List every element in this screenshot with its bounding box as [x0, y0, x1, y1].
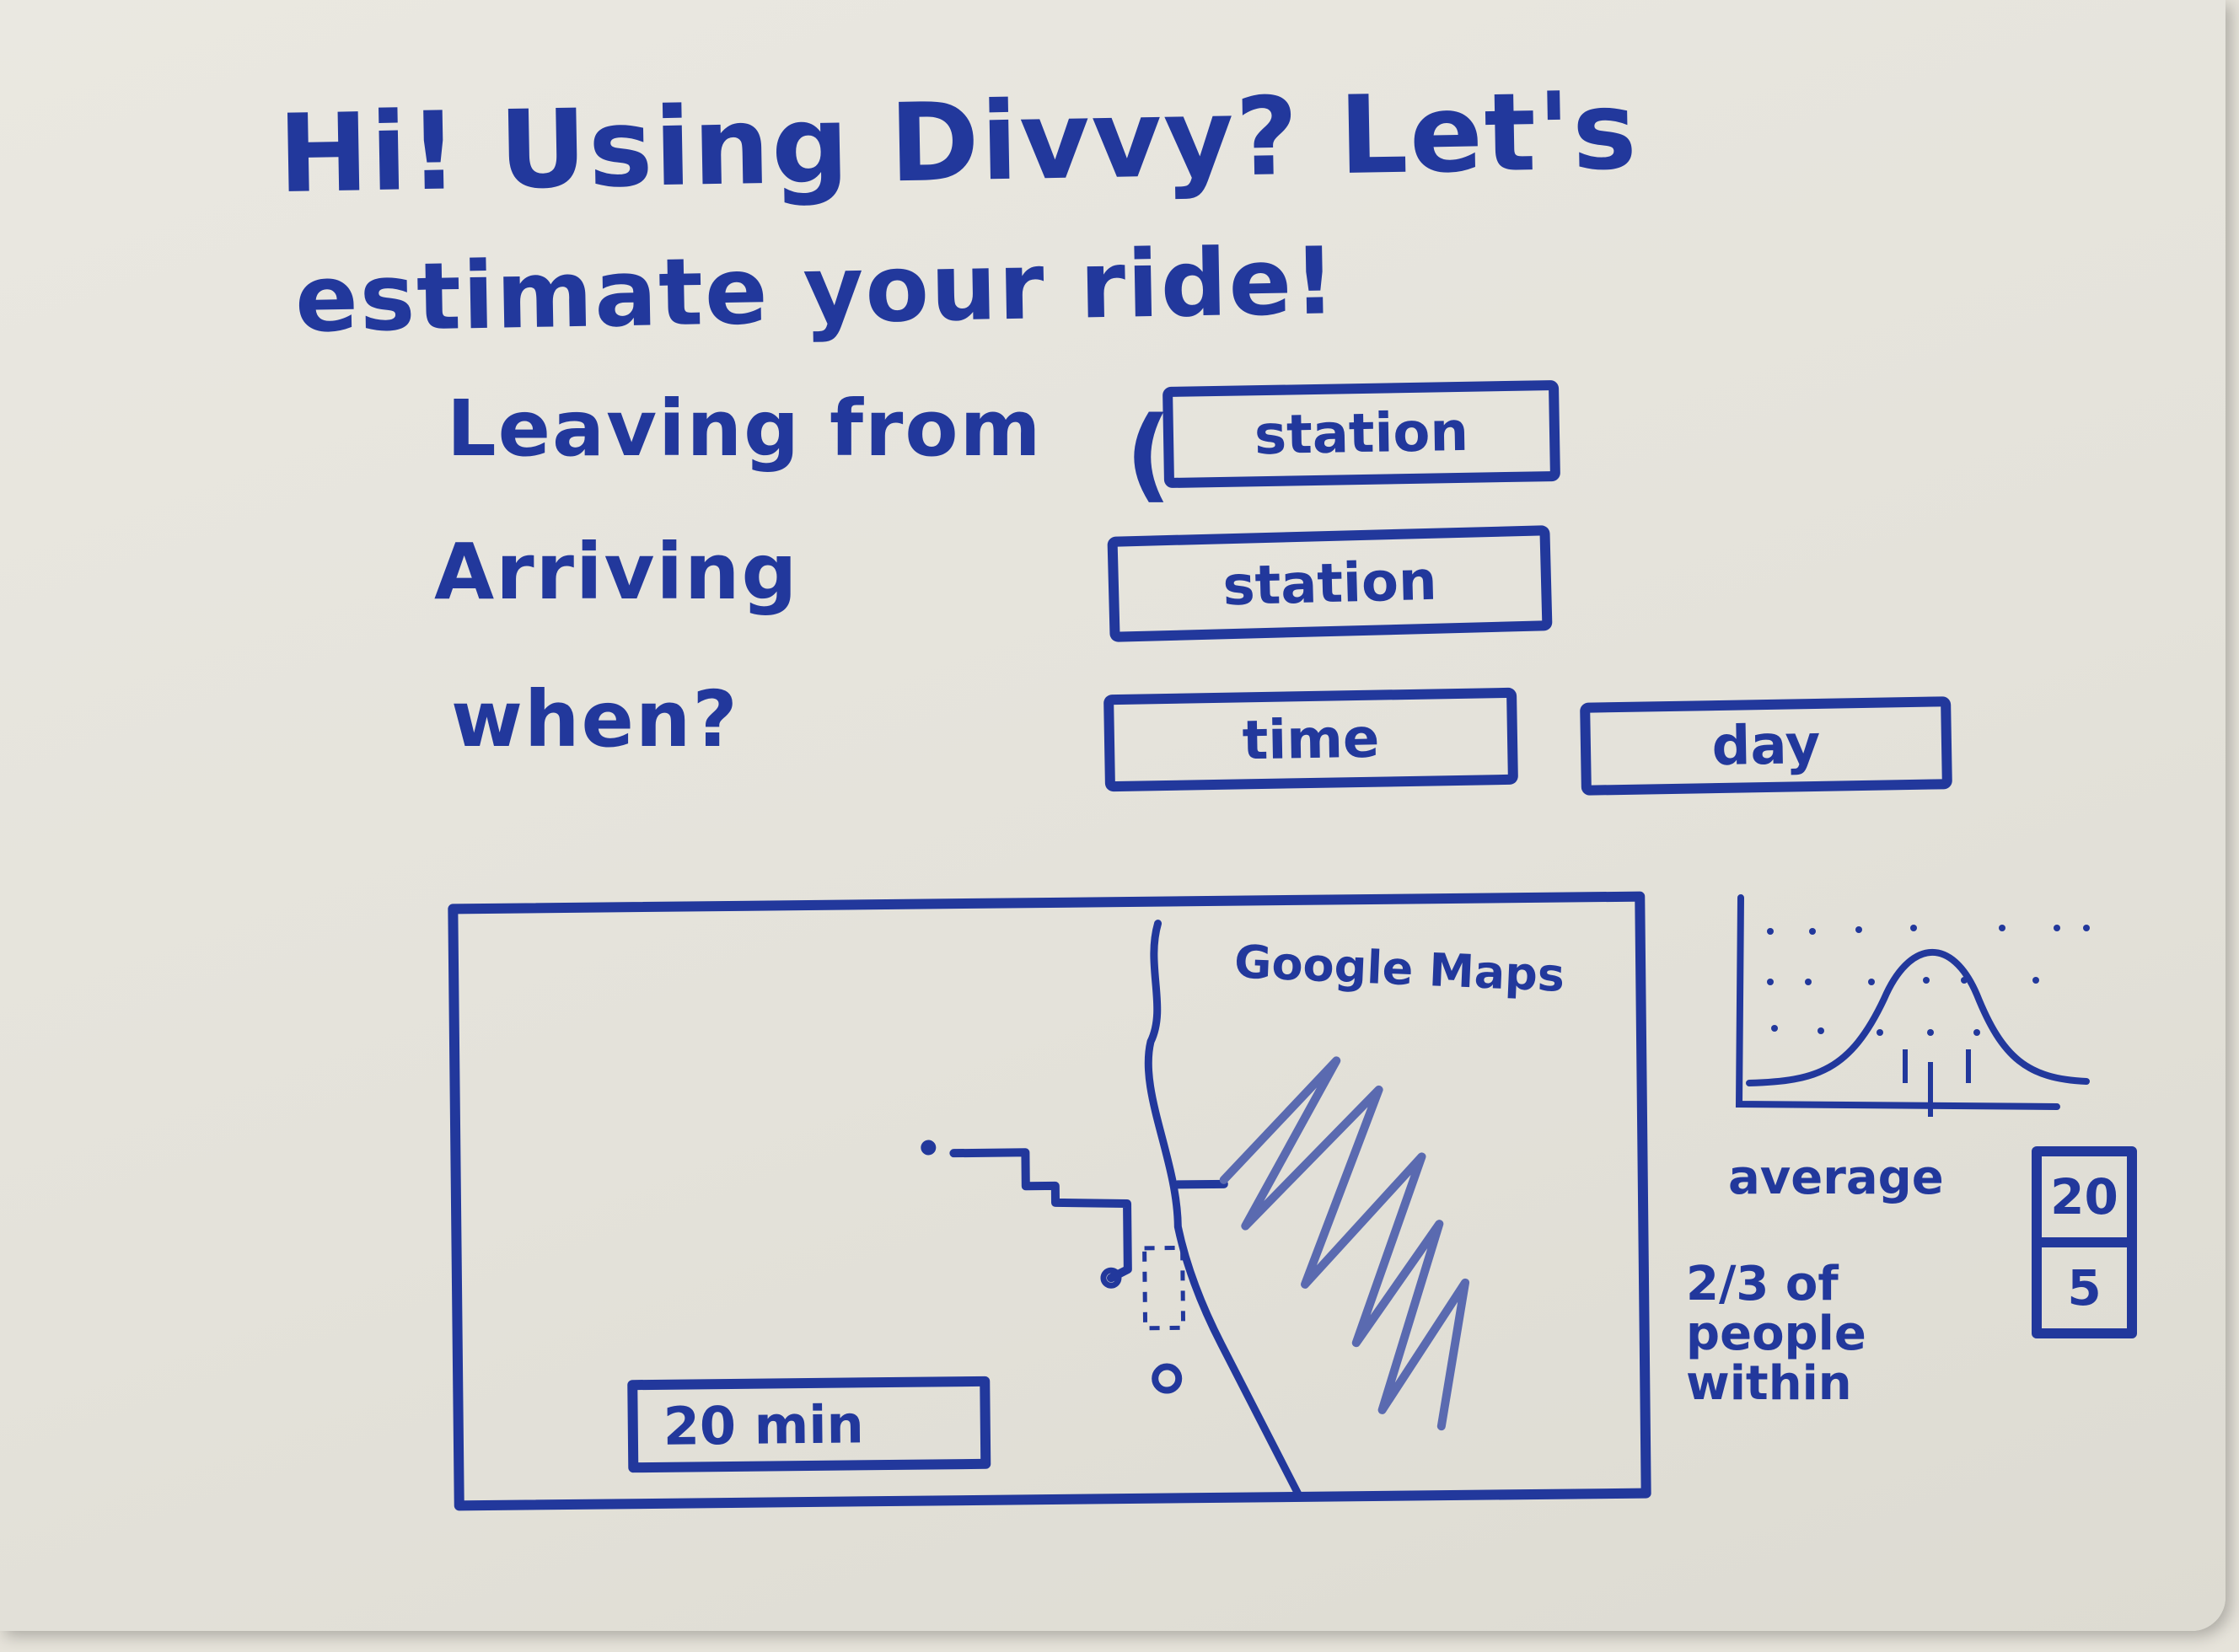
within-value-box: 5: [2032, 1237, 2137, 1338]
within-label: 2/3 of people within: [1686, 1257, 1866, 1411]
when-label: when?: [451, 674, 739, 764]
average-value-box: 20: [2032, 1146, 2137, 1247]
scatter-dots: [1767, 925, 2090, 1036]
leaving-label: Leaving from: [447, 384, 1043, 474]
bell-curve: [1746, 948, 2090, 1086]
time-field[interactable]: time: [1103, 687, 1518, 792]
arriving-label: Arriving: [434, 527, 799, 617]
hatched-region: [1219, 1056, 1470, 1431]
average-label: average: [1728, 1150, 1944, 1205]
leaving-station-field[interactable]: station: [1162, 379, 1561, 489]
route-start-dot: [921, 1140, 937, 1156]
day-field[interactable]: day: [1580, 696, 1952, 796]
map-panel[interactable]: Google Maps 20 min: [448, 891, 1651, 1511]
arriving-station-field[interactable]: station: [1107, 525, 1553, 642]
road-line: [1144, 920, 1303, 1499]
location-marker: [1152, 1363, 1183, 1394]
route-path: [949, 1148, 1132, 1283]
distribution-chart: [1735, 894, 2090, 1117]
duration-box: 20 min: [627, 1376, 991, 1473]
connector-line: [1173, 1179, 1228, 1189]
dashed-marker: [1142, 1245, 1186, 1331]
greeting-subtitle: estimate your ride!: [293, 227, 1339, 353]
chart-axes: [1735, 894, 2060, 1110]
greeting-title: Hi! Using Divvy? Let's: [277, 67, 1640, 218]
